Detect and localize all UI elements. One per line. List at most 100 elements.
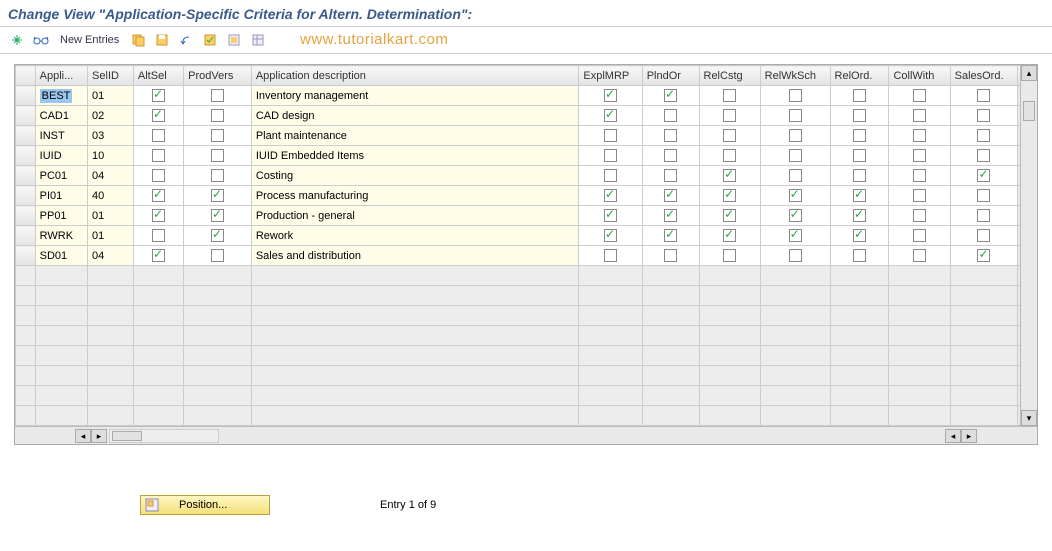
- relord-cell[interactable]: [830, 186, 889, 206]
- row-selector[interactable]: [16, 106, 36, 126]
- plndor-checkbox[interactable]: [664, 109, 677, 122]
- plndor-cell[interactable]: [642, 206, 699, 226]
- altsel-checkbox[interactable]: [152, 109, 165, 122]
- relcstg-checkbox[interactable]: [723, 229, 736, 242]
- collwith-cell[interactable]: [889, 206, 950, 226]
- app-cell[interactable]: IUID: [35, 146, 87, 166]
- relwksch-cell[interactable]: [760, 206, 830, 226]
- relwksch-cell[interactable]: [760, 126, 830, 146]
- altsel-cell[interactable]: [133, 126, 183, 146]
- relcstg-checkbox[interactable]: [723, 109, 736, 122]
- new-entries-button[interactable]: New Entries: [56, 32, 123, 48]
- plndor-cell[interactable]: [642, 106, 699, 126]
- col-relwksch[interactable]: RelWkSch: [760, 66, 830, 86]
- relwksch-cell[interactable]: [760, 166, 830, 186]
- relwksch-cell[interactable]: [760, 246, 830, 266]
- selid-cell[interactable]: 04: [88, 246, 134, 266]
- copy-icon[interactable]: [129, 31, 147, 49]
- explmrp-cell[interactable]: [579, 206, 642, 226]
- altsel-cell[interactable]: [133, 166, 183, 186]
- relcstg-cell[interactable]: [699, 246, 760, 266]
- selid-cell[interactable]: 01: [88, 86, 134, 106]
- row-selector-header[interactable]: [16, 66, 36, 86]
- selid-cell[interactable]: 01: [88, 226, 134, 246]
- col-prodvers[interactable]: ProdVers: [184, 66, 252, 86]
- explmrp-cell[interactable]: [579, 86, 642, 106]
- glasses-icon[interactable]: [32, 31, 50, 49]
- relcstg-cell[interactable]: [699, 146, 760, 166]
- plndor-checkbox[interactable]: [664, 249, 677, 262]
- row-selector[interactable]: [16, 406, 36, 426]
- explmrp-cell[interactable]: [579, 226, 642, 246]
- collwith-checkbox[interactable]: [913, 189, 926, 202]
- collwith-cell[interactable]: [889, 86, 950, 106]
- collwith-cell[interactable]: [889, 106, 950, 126]
- collwith-checkbox[interactable]: [913, 89, 926, 102]
- prodvers-checkbox[interactable]: [211, 169, 224, 182]
- vertical-scrollbar[interactable]: ▴ ▾: [1020, 65, 1037, 426]
- prodvers-checkbox[interactable]: [211, 129, 224, 142]
- prodvers-cell[interactable]: [184, 186, 252, 206]
- explmrp-cell[interactable]: [579, 106, 642, 126]
- desc-cell[interactable]: Process manufacturing: [251, 186, 579, 206]
- relwksch-checkbox[interactable]: [789, 229, 802, 242]
- collwith-checkbox[interactable]: [913, 209, 926, 222]
- explmrp-checkbox[interactable]: [604, 229, 617, 242]
- col-explmrp[interactable]: ExplMRP: [579, 66, 642, 86]
- prodvers-checkbox[interactable]: [211, 209, 224, 222]
- altsel-cell[interactable]: [133, 86, 183, 106]
- relcstg-checkbox[interactable]: [723, 169, 736, 182]
- row-selector[interactable]: [16, 86, 36, 106]
- prodvers-cell[interactable]: [184, 246, 252, 266]
- plndor-checkbox[interactable]: [664, 129, 677, 142]
- salesord-cell[interactable]: [950, 206, 1018, 226]
- relord-cell[interactable]: [830, 246, 889, 266]
- row-selector[interactable]: [16, 306, 36, 326]
- relord-cell[interactable]: [830, 226, 889, 246]
- prodvers-cell[interactable]: [184, 126, 252, 146]
- explmrp-cell[interactable]: [579, 246, 642, 266]
- altsel-checkbox[interactable]: [152, 129, 165, 142]
- altsel-checkbox[interactable]: [152, 229, 165, 242]
- prodvers-cell[interactable]: [184, 226, 252, 246]
- explmrp-checkbox[interactable]: [604, 129, 617, 142]
- explmrp-cell[interactable]: [579, 146, 642, 166]
- app-cell[interactable]: BEST: [35, 86, 87, 106]
- prodvers-checkbox[interactable]: [211, 249, 224, 262]
- collwith-cell[interactable]: [889, 226, 950, 246]
- relcstg-cell[interactable]: [699, 106, 760, 126]
- row-selector[interactable]: [16, 146, 36, 166]
- salesord-cell[interactable]: [950, 246, 1018, 266]
- hscroll-thumb-left[interactable]: [112, 431, 142, 441]
- desc-cell[interactable]: IUID Embedded Items: [251, 146, 579, 166]
- relord-checkbox[interactable]: [853, 189, 866, 202]
- selid-cell[interactable]: 10: [88, 146, 134, 166]
- desc-cell[interactable]: Costing: [251, 166, 579, 186]
- plndor-checkbox[interactable]: [664, 189, 677, 202]
- app-cell[interactable]: INST: [35, 126, 87, 146]
- explmrp-checkbox[interactable]: [604, 149, 617, 162]
- row-selector[interactable]: [16, 166, 36, 186]
- collwith-checkbox[interactable]: [913, 229, 926, 242]
- collwith-cell[interactable]: [889, 166, 950, 186]
- salesord-checkbox[interactable]: [977, 109, 990, 122]
- collwith-cell[interactable]: [889, 246, 950, 266]
- salesord-cell[interactable]: [950, 126, 1018, 146]
- collwith-checkbox[interactable]: [913, 169, 926, 182]
- plndor-cell[interactable]: [642, 146, 699, 166]
- plndor-checkbox[interactable]: [664, 149, 677, 162]
- table-settings-icon[interactable]: [249, 31, 267, 49]
- altsel-cell[interactable]: [133, 206, 183, 226]
- relwksch-checkbox[interactable]: [789, 129, 802, 142]
- relwksch-cell[interactable]: [760, 106, 830, 126]
- desc-cell[interactable]: Production - general: [251, 206, 579, 226]
- relord-checkbox[interactable]: [853, 169, 866, 182]
- scroll-down-arrow[interactable]: ▾: [1021, 410, 1037, 426]
- app-cell[interactable]: PC01: [35, 166, 87, 186]
- row-selector[interactable]: [16, 346, 36, 366]
- prodvers-cell[interactable]: [184, 166, 252, 186]
- plndor-cell[interactable]: [642, 186, 699, 206]
- relord-cell[interactable]: [830, 146, 889, 166]
- altsel-checkbox[interactable]: [152, 89, 165, 102]
- relcstg-cell[interactable]: [699, 226, 760, 246]
